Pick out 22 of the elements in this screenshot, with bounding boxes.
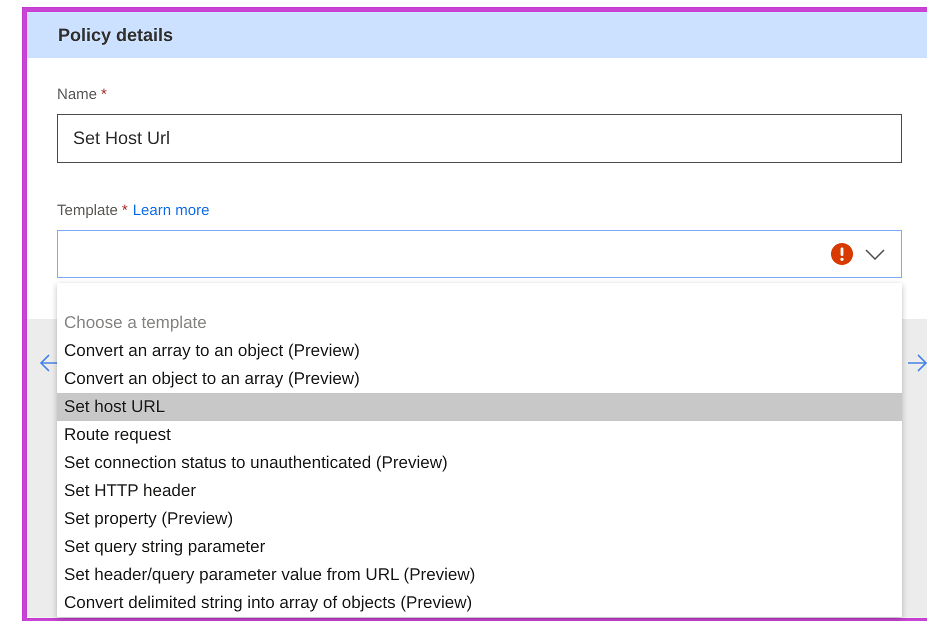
dropdown-option[interactable]: Set query string parameter	[57, 533, 902, 561]
dropdown-option[interactable]: Set connection status to unauthenticated (Preview)	[57, 449, 902, 477]
learn-more-link[interactable]: Learn more	[132, 201, 210, 221]
field-label: Name	[57, 85, 98, 105]
dropdown-option[interactable]: Convert an object to an array (Preview)	[57, 365, 902, 393]
arrow-right-icon[interactable]	[907, 354, 927, 372]
required-mark: *	[101, 85, 107, 105]
arrow-left-icon[interactable]	[40, 354, 60, 372]
dropdown-option[interactable]: Set header/query parameter value from URL (Preview)	[57, 561, 902, 589]
field-label: Template	[57, 201, 118, 221]
panel-title: Policy details	[58, 24, 174, 46]
dropdown-option[interactable]: Set property (Preview)	[57, 505, 902, 533]
chevron-down-icon	[865, 248, 885, 260]
dropdown-option[interactable]: Convert an array to an object (Preview)	[57, 337, 902, 365]
dropdown-option[interactable]: Set host URL	[57, 393, 902, 421]
required-mark: *	[122, 201, 128, 221]
dropdown-option[interactable]: Route request	[57, 421, 902, 449]
name-field[interactable]: Set Host Url	[57, 114, 902, 163]
menu-heading: Choose a template	[63, 312, 208, 334]
dropdown-option[interactable]: Set HTTP header	[57, 477, 902, 505]
template-dropdown[interactable]	[57, 230, 902, 278]
dropdown-option[interactable]: Convert delimited string into array of objects (Preview)	[57, 589, 902, 617]
